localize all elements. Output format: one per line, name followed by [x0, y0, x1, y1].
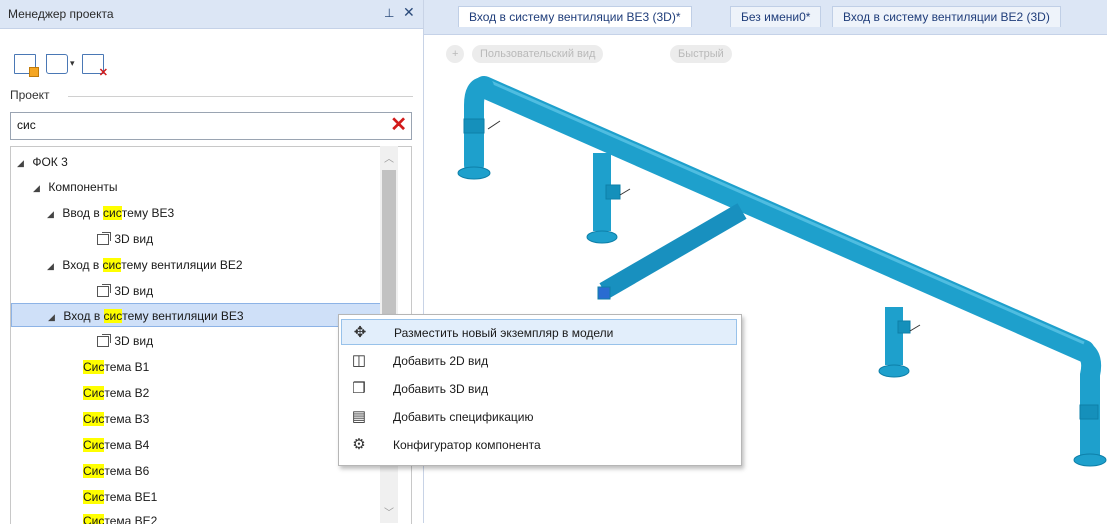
tree-node-label: Вход в систему вентиляции ВЕ2 — [62, 258, 243, 272]
tree-node-system[interactable]: Система В3 — [83, 407, 149, 431]
tab-ve3-3d[interactable]: Вход в систему вентиляции ВЕ3 (3D)* — [458, 6, 692, 27]
tree-node-label: ФОК 3 — [32, 155, 68, 169]
cube-icon — [97, 334, 111, 347]
cube-icon — [97, 284, 111, 297]
search-box: ✕ — [10, 112, 412, 140]
gear-icon: ⚙ — [352, 436, 366, 453]
cube-icon — [97, 232, 111, 245]
scroll-down-icon[interactable]: ﹀ — [384, 504, 394, 519]
tree-node-component-1[interactable]: ◢ Ввод в систему ВЕ3 — [47, 201, 174, 225]
tree-node-system[interactable]: Система ВЕ2 — [83, 509, 157, 524]
tree-node-label: Ввод в систему ВЕ3 — [62, 206, 175, 220]
tree-node-3d-view[interactable]: 3D вид — [97, 279, 153, 303]
puzzle-icon: ✥ — [353, 324, 367, 341]
tree-node-component-3-selected[interactable]: ◢ Вход в систему вентиляции ВЕ3 — [11, 303, 383, 327]
tree-node-root[interactable]: ◢ ФОК 3 — [17, 150, 68, 174]
tree-node-components[interactable]: ◢ Компоненты — [33, 175, 117, 199]
menu-item-add-specification[interactable]: ▤ Добавить спецификацию — [341, 404, 737, 430]
tree-node-label: Компоненты — [48, 180, 118, 194]
section-divider — [68, 96, 413, 97]
tree-node-system[interactable]: Система ВЕ1 — [83, 485, 157, 509]
open-folder-icon[interactable] — [46, 54, 68, 74]
tree-node-system[interactable]: Система В1 — [83, 355, 149, 379]
2d-view-icon: ◫ — [351, 352, 367, 369]
expand-icon[interactable]: ◢ — [33, 176, 45, 200]
tree-node-3d-view[interactable]: 3D вид — [97, 329, 153, 353]
tab-unnamed[interactable]: Без имени0* — [730, 6, 822, 27]
panel-title: Менеджер проекта — [8, 7, 114, 21]
expand-icon[interactable]: ◢ — [48, 305, 60, 329]
panel-header: Менеджер проекта ⊥ ✕ — [0, 0, 423, 29]
expand-icon[interactable]: ◢ — [47, 202, 59, 226]
menu-item-add-3d-view[interactable]: ❒ Добавить 3D вид — [341, 376, 737, 402]
expand-icon[interactable]: ◢ — [17, 151, 29, 175]
tree-node-component-2[interactable]: ◢ Вход в систему вентиляции ВЕ2 — [47, 253, 243, 277]
expand-icon[interactable]: ◢ — [47, 254, 59, 278]
menu-item-component-configurator[interactable]: ⚙ Конфигуратор компонента — [341, 432, 737, 458]
tree-node-system[interactable]: Система В2 — [83, 381, 149, 405]
tree-node-3d-view[interactable]: 3D вид — [97, 227, 153, 251]
tree-node-label: Вход в систему вентиляции ВЕ3 — [63, 309, 244, 323]
search-input[interactable] — [11, 113, 383, 137]
clear-icon[interactable]: ✕ — [390, 114, 407, 136]
tree-node-system[interactable]: Система В4 — [83, 433, 149, 457]
menu-item-add-2d-view[interactable]: ◫ Добавить 2D вид — [341, 348, 737, 374]
close-icon[interactable]: ✕ — [403, 4, 415, 21]
pin-icon[interactable]: ⊥ — [384, 6, 394, 20]
specification-icon: ▤ — [351, 408, 367, 425]
delete-component-icon[interactable]: ✕ — [82, 54, 108, 79]
new-component-icon[interactable] — [14, 54, 39, 77]
context-menu: ✥ Разместить новый экземпляр в модели ◫ … — [338, 314, 742, 466]
document-tabs: Вход в систему вентиляции ВЕ3 (3D)* Без … — [424, 0, 1107, 35]
menu-item-place-instance[interactable]: ✥ Разместить новый экземпляр в модели — [341, 319, 737, 345]
section-label: Проект — [10, 88, 50, 102]
tree-node-label: 3D вид — [114, 334, 154, 348]
cube-icon: ❒ — [352, 380, 366, 397]
dropdown-arrow-icon[interactable]: ▾ — [70, 58, 75, 69]
tab-ve2-3d[interactable]: Вход в систему вентиляции ВЕ2 (3D) — [832, 6, 1061, 27]
tree-node-label: 3D вид — [114, 284, 154, 298]
tree-node-label: 3D вид — [114, 232, 154, 246]
scroll-up-icon[interactable]: ︿ — [384, 150, 394, 165]
tree-node-system[interactable]: Система В6 — [83, 459, 149, 483]
